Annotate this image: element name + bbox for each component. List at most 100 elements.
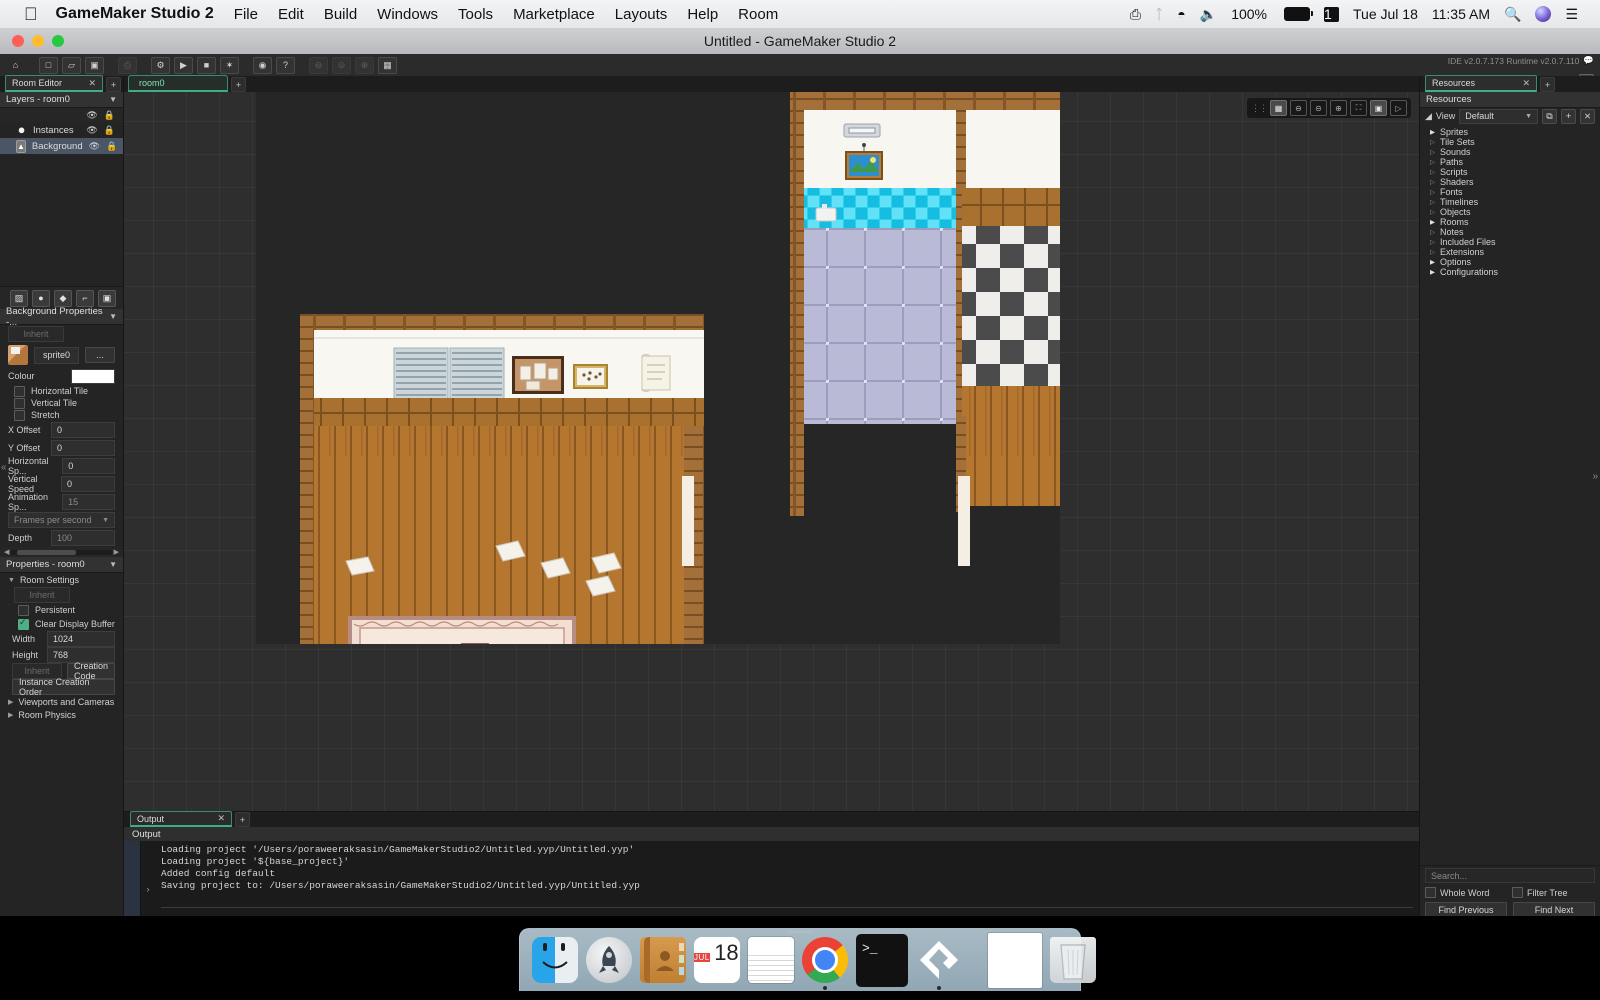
add-tab-icon[interactable]: + xyxy=(235,812,250,827)
finder-icon[interactable] xyxy=(532,937,578,983)
vertical-tile-checkbox[interactable] xyxy=(14,397,25,409)
zoom-reset-button[interactable]: ⊝ xyxy=(1310,100,1327,116)
chevron-right-icon[interactable]: ▷ xyxy=(1430,168,1436,176)
scrollbar-thumb[interactable] xyxy=(17,549,76,555)
lock-icon[interactable]: 🔒 xyxy=(104,110,115,121)
resource-node-extensions[interactable]: ▷ Extensions xyxy=(1420,247,1600,257)
resource-node-shaders[interactable]: ▷ Shaders xyxy=(1420,177,1600,187)
calendar-icon[interactable]: JUL 18 xyxy=(694,937,740,983)
search-input[interactable]: Search... xyxy=(1425,868,1595,883)
trash-icon[interactable] xyxy=(1050,937,1096,983)
viewports-and-cameras-section[interactable]: ▶ Viewports and Cameras xyxy=(0,695,123,708)
resource-node-included-files[interactable]: ▷ Included Files xyxy=(1420,237,1600,247)
layers-panel-title[interactable]: Layers - room0 ▼ xyxy=(0,92,123,108)
volume-icon[interactable]: 🔈 xyxy=(1200,6,1217,23)
resource-node-timelines[interactable]: ▷ Timelines xyxy=(1420,197,1600,207)
output-command-input[interactable] xyxy=(161,897,1413,908)
notification-center-icon[interactable]: ☰ xyxy=(1565,6,1578,23)
menu-help[interactable]: Help xyxy=(687,6,718,23)
add-path-layer-button[interactable]: ⌐ xyxy=(76,289,94,307)
add-tab-icon[interactable]: + xyxy=(231,77,246,92)
chevron-down-icon[interactable]: ▼ xyxy=(109,560,117,569)
room-physics-section[interactable]: ▶ Room Physics xyxy=(0,708,123,721)
menu-tools[interactable]: Tools xyxy=(458,6,493,23)
left-panel-hscrollbar[interactable]: ◀ ▶ xyxy=(0,547,123,557)
chevron-right-icon[interactable]: ▶ xyxy=(1430,218,1436,226)
close-icon[interactable]: ✕ xyxy=(1522,78,1530,89)
resource-node-notes[interactable]: ▷ Notes xyxy=(1420,227,1600,237)
menu-room[interactable]: Room xyxy=(738,6,778,23)
x-offset-input[interactable]: 0 xyxy=(51,422,115,438)
photo-icon[interactable] xyxy=(988,932,1042,988)
resource-node-paths[interactable]: ▷ Paths xyxy=(1420,157,1600,167)
fit-to-screen-button[interactable]: ⛶ xyxy=(1350,100,1367,116)
active-app-name[interactable]: GameMaker Studio 2 xyxy=(56,5,214,23)
tab-output[interactable]: Output ✕ xyxy=(130,811,232,827)
siri-icon[interactable] xyxy=(1535,6,1552,22)
apple-icon[interactable]:  xyxy=(24,5,38,23)
zoom-out-button[interactable]: ⊖ xyxy=(309,56,328,74)
tab-room-editor[interactable]: Room Editor ✕ xyxy=(5,75,103,92)
chevron-right-icon[interactable]: ▷ xyxy=(1430,158,1436,166)
home-button[interactable]: ⌂ xyxy=(6,57,25,74)
colour-swatch[interactable] xyxy=(71,368,115,384)
menu-edit[interactable]: Edit xyxy=(278,6,304,23)
screen-mirroring-icon[interactable]: ⎙ xyxy=(1130,6,1141,23)
print-button[interactable]: ⎙ xyxy=(118,56,137,74)
clear-display-buffer-checkbox[interactable] xyxy=(18,617,29,630)
lock-icon[interactable]: 🔒 xyxy=(106,141,117,152)
chrome-icon[interactable] xyxy=(802,937,848,990)
background-inherit-button[interactable]: Inherit xyxy=(8,326,64,342)
fps-unit-select[interactable]: Frames per second ▼ xyxy=(8,512,115,528)
delete-view-button[interactable]: ⨯ xyxy=(1580,108,1595,124)
add-view-button[interactable]: + xyxy=(1561,108,1576,124)
background-properties-title[interactable]: Background Properties -... ▼ xyxy=(0,306,123,328)
sprite-browse-button[interactable]: ... xyxy=(85,347,115,363)
close-icon[interactable]: ✕ xyxy=(217,813,225,824)
horizontal-speed-input[interactable]: 0 xyxy=(62,458,115,474)
find-previous-button[interactable]: Find Previous xyxy=(1425,902,1507,917)
chevron-right-icon[interactable]: ▷ xyxy=(1430,248,1436,256)
play-room-button[interactable]: ▷ xyxy=(1390,100,1407,116)
room-inherit-button[interactable]: Inherit xyxy=(14,587,70,603)
eye-icon[interactable]: 👁 xyxy=(86,110,97,121)
scroll-left-icon[interactable]: ◀ xyxy=(4,548,9,556)
battery-charging-icon[interactable] xyxy=(1284,7,1314,21)
grid-toggle-button[interactable]: ▦ xyxy=(1270,100,1287,116)
zoom-out-button[interactable]: ⊖ xyxy=(1290,100,1307,116)
wifi-icon[interactable]: ◓ xyxy=(1177,6,1185,22)
chevron-down-icon[interactable]: ▼ xyxy=(109,95,117,104)
resource-node-sounds[interactable]: ▷ Sounds xyxy=(1420,147,1600,157)
bluetooth-icon[interactable]: ᛏ xyxy=(1155,6,1163,22)
add-tile-layer-button[interactable]: ◆ xyxy=(54,289,72,307)
collapse-right-icon[interactable]: » xyxy=(1592,471,1598,482)
tab-resources[interactable]: Resources ✕ xyxy=(1425,75,1537,92)
grid-button[interactable]: ▦ xyxy=(378,56,397,74)
eye-icon[interactable]: 👁 xyxy=(86,125,97,136)
drag-handle-icon[interactable]: ⋮⋮ xyxy=(1251,103,1268,114)
filter-tree-option[interactable]: Filter Tree xyxy=(1512,887,1595,898)
menu-layouts[interactable]: Layouts xyxy=(615,6,668,23)
instance-creation-order-button[interactable]: Instance Creation Order xyxy=(12,677,115,697)
zoom-in-button[interactable]: ⊕ xyxy=(1330,100,1347,116)
layer-row-instances[interactable]: ● Instances 👁 🔒 xyxy=(0,122,123,138)
add-background-layer-button[interactable]: ▨ xyxy=(10,289,28,307)
room-canvas[interactable]: ⋮⋮ ▦ ⊖ ⊝ ⊕ ⛶ ▣ ▷ xyxy=(124,92,1419,896)
debug-button[interactable]: ✶ xyxy=(220,56,239,74)
lock-icon[interactable]: 🔒 xyxy=(104,125,115,136)
terminal-icon[interactable]: >_ xyxy=(856,933,908,987)
contacts-icon[interactable] xyxy=(640,937,686,983)
find-next-button[interactable]: Find Next xyxy=(1513,902,1595,917)
room-width-input[interactable]: 1024 xyxy=(47,631,115,647)
launchpad-icon[interactable] xyxy=(586,937,632,983)
chevron-right-icon[interactable]: ▶ xyxy=(1430,268,1436,276)
collapse-left-icon[interactable]: « xyxy=(1,462,7,473)
add-asset-layer-button[interactable]: ▣ xyxy=(98,289,116,307)
room-properties-title[interactable]: Properties - room0 ▼ xyxy=(0,557,123,573)
menu-windows[interactable]: Windows xyxy=(377,6,438,23)
add-tab-icon[interactable]: + xyxy=(106,77,121,92)
eye-icon[interactable]: 👁 xyxy=(89,141,100,152)
menu-build[interactable]: Build xyxy=(324,6,357,23)
menubar-date[interactable]: Tue Jul 18 xyxy=(1353,6,1418,22)
speech-bubble-icon[interactable]: 💬 xyxy=(1583,55,1594,66)
